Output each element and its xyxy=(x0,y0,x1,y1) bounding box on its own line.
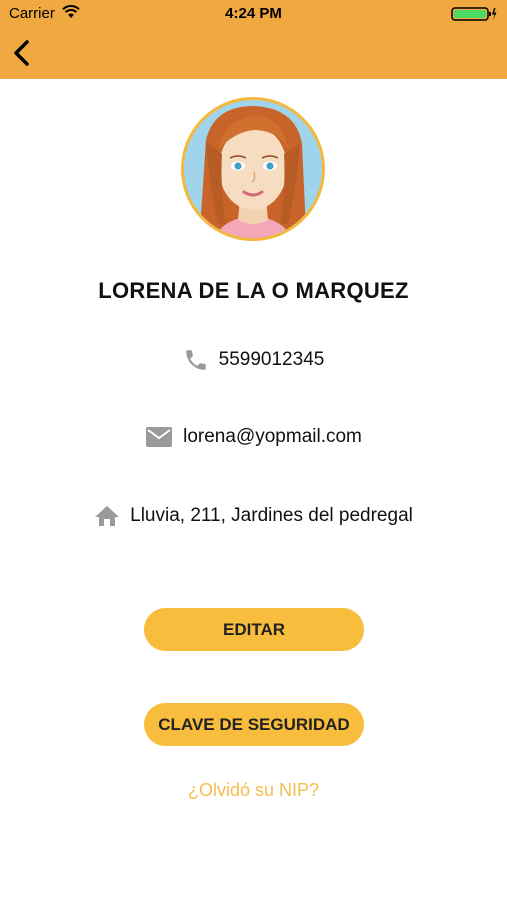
top-bar: Carrier 4:24 PM xyxy=(0,0,507,79)
phone-text: 5599012345 xyxy=(218,349,325,370)
profile-name: LORENA DE LA O MARQUEZ xyxy=(98,278,409,303)
address-row: Lluvia, 211, Jardines del pedregal xyxy=(0,504,507,528)
battery-icon xyxy=(451,7,497,21)
phone-icon xyxy=(185,350,206,370)
status-bar: Carrier 4:24 PM xyxy=(0,0,507,28)
edit-button[interactable]: EDITAR xyxy=(144,608,364,651)
email-row: lorena@yopmail.com xyxy=(0,425,507,449)
forgot-pin-link[interactable]: ¿Olvidó su NIP? xyxy=(0,780,507,801)
address-text: Lluvia, 211, Jardines del pedregal xyxy=(130,505,413,526)
status-time: 4:24 PM xyxy=(225,5,282,22)
home-icon xyxy=(95,506,120,526)
phone-row: 5599012345 xyxy=(0,347,507,373)
security-key-button[interactable]: CLAVE DE SEGURIDAD xyxy=(144,703,364,746)
back-button[interactable] xyxy=(8,36,38,70)
mail-icon xyxy=(146,427,173,447)
email-text: lorena@yopmail.com xyxy=(183,426,362,447)
avatar-illustration xyxy=(184,100,322,238)
avatar xyxy=(181,97,325,241)
